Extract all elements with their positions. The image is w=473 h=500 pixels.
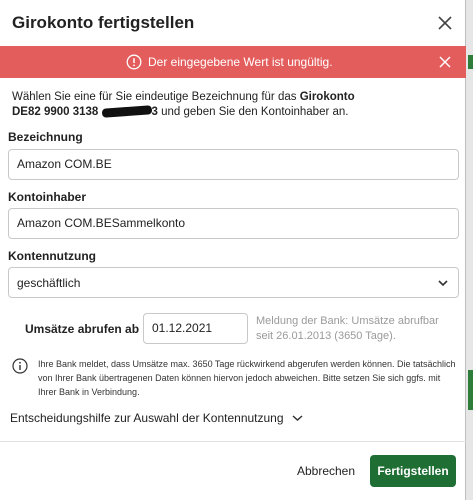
info-icon	[12, 358, 28, 374]
dialog: Girokonto fertigstellen Der eingegebene …	[0, 0, 466, 500]
alert-circle-icon	[126, 54, 142, 70]
background-accent	[468, 370, 473, 410]
intro-account-name: Girokonto	[299, 91, 355, 103]
kontennutzung-label: Kontennutzung	[8, 249, 96, 263]
close-icon[interactable]	[436, 14, 454, 32]
confirm-button[interactable]: Fertigstellen	[370, 455, 456, 487]
kontennutzung-value: geschäftlich	[17, 276, 81, 290]
background-accent	[468, 55, 473, 69]
info-text: Ihre Bank meldet, dass Umsätze max. 3650…	[38, 359, 456, 397]
cancel-button[interactable]: Abbrechen	[291, 457, 361, 485]
bank-note: Meldung der Bank: Umsätze abrufbar seit …	[256, 315, 439, 342]
footer-divider	[0, 441, 466, 442]
umsaetze-date-input[interactable]: 01.12.2021	[143, 313, 248, 344]
chevron-down-icon	[292, 415, 303, 422]
background-window-edge	[466, 0, 473, 500]
alert-close-icon[interactable]	[439, 56, 451, 68]
kontoinhaber-label: Kontoinhaber	[8, 190, 86, 204]
intro-text-before: Wählen Sie eine für Sie eindeutige Bezei…	[12, 91, 300, 103]
alert-message: Der eingegebene Wert ist ungültig.	[148, 55, 333, 69]
dialog-title: Girokonto fertigstellen	[12, 13, 195, 32]
redaction-mark	[101, 105, 152, 119]
kontennutzung-select[interactable]: geschäftlich	[8, 267, 459, 298]
bezeichnung-input[interactable]: Amazon COM.BE	[8, 149, 459, 180]
dialog-header: Girokonto fertigstellen	[0, 0, 466, 46]
intro-iban-start: DE82 9900 3138	[12, 106, 102, 118]
intro-text: Wählen Sie eine für Sie eindeutige Bezei…	[12, 90, 452, 120]
umsaetze-label: Umsätze abrufen ab	[25, 322, 140, 336]
decision-help-label: Entscheidungshilfe zur Auswahl der Konte…	[10, 411, 284, 425]
kontoinhaber-input[interactable]: Amazon COM.BESammelkonto	[8, 208, 459, 239]
error-alert: Der eingegebene Wert ist ungültig.	[0, 46, 466, 78]
bezeichnung-label: Bezeichnung	[8, 130, 83, 144]
chevron-down-icon	[438, 280, 448, 287]
alert-content: Der eingegebene Wert ist ungültig.	[126, 54, 333, 70]
intro-text-after: und geben Sie den Kontoinhaber an.	[157, 106, 349, 118]
decision-help-toggle[interactable]: Entscheidungshilfe zur Auswahl der Konte…	[10, 411, 303, 425]
